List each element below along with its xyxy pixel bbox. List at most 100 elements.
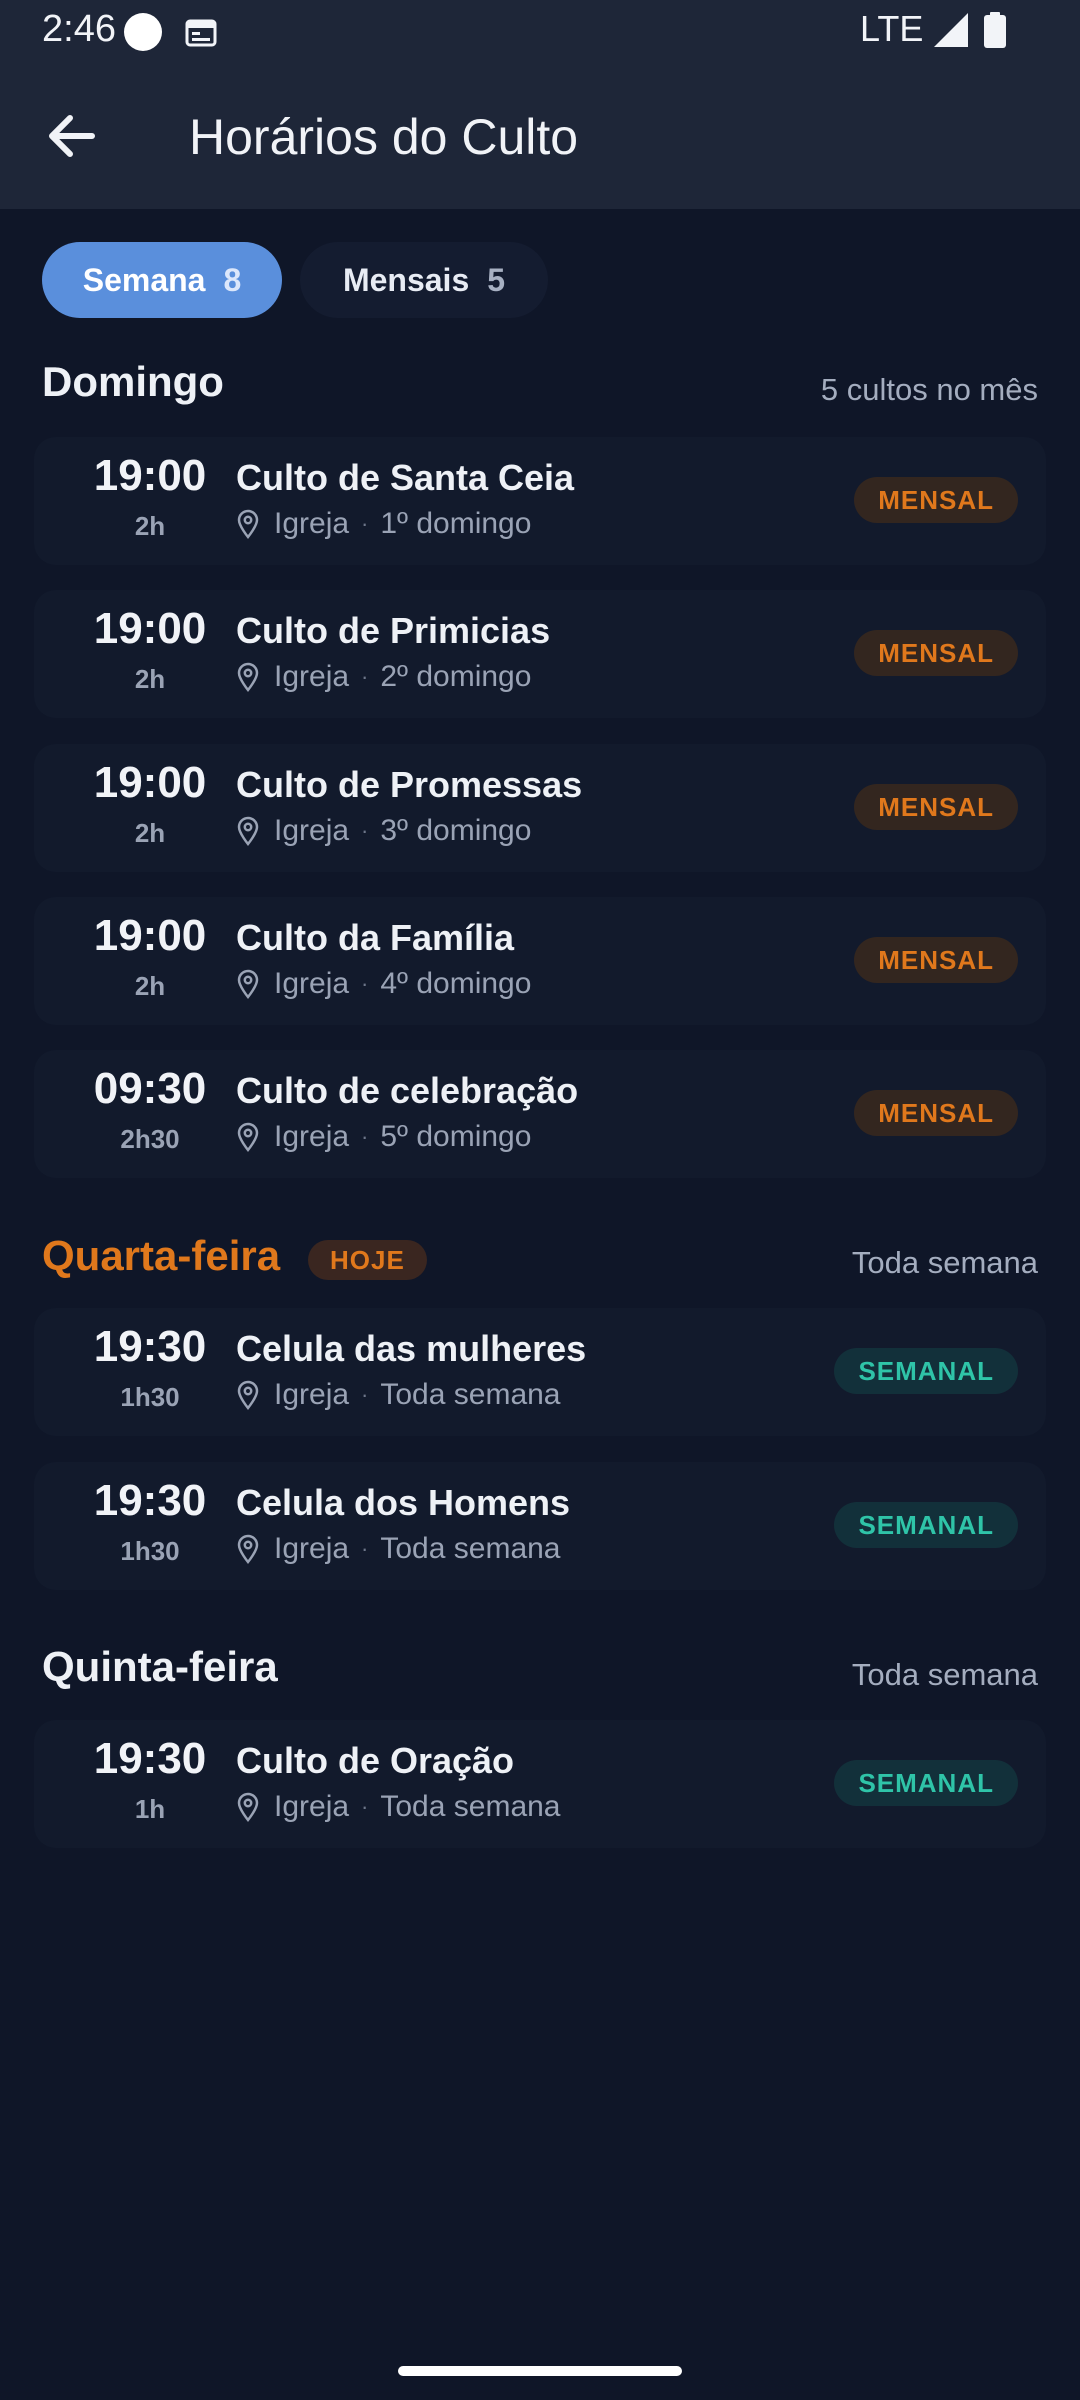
service-info: Igreja · 5º domingo	[236, 1120, 531, 1154]
separator-dot: ·	[361, 664, 369, 689]
service-name: Culto de Oração	[236, 1740, 515, 1781]
status-bar: 2:46 LTE	[0, 0, 1080, 62]
frequency-badge: MENSAL	[854, 1090, 1018, 1136]
service-time: 19:30	[93, 1476, 207, 1525]
separator-dot: ·	[361, 1794, 369, 1819]
service-name: Culto da Família	[236, 917, 515, 958]
frequency-badge: SEMANAL	[834, 1502, 1018, 1548]
location-pin-icon	[237, 969, 259, 999]
service-time: 19:30	[93, 1734, 207, 1783]
service-duration: 2h	[134, 971, 166, 1001]
location-pin-icon	[237, 1122, 259, 1152]
service-card[interactable]: 19:00 2h Culto de Primicias Igreja · 2º …	[34, 590, 1046, 718]
service-card[interactable]: 19:00 2h Culto de Santa Ceia Igreja · 1º…	[34, 437, 1046, 565]
separator-dot: ·	[361, 1382, 369, 1407]
service-time: 19:00	[93, 758, 207, 807]
tab-label: Mensais	[342, 261, 470, 298]
service-time: 19:00	[93, 451, 207, 500]
service-name: Culto de Santa Ceia	[236, 457, 575, 498]
service-info: Igreja · 4º domingo	[236, 967, 531, 1001]
section-meta: Toda semana	[851, 1245, 1038, 1280]
location-pin-icon	[237, 816, 259, 846]
home-indicator[interactable]	[398, 2366, 682, 2376]
notification-dot-icon	[124, 13, 162, 51]
section-title-quarta-feira: Quarta-feira	[42, 1232, 281, 1279]
service-recurrence: 5º domingo	[380, 1120, 532, 1153]
tab-mensais[interactable]: Mensais 5	[300, 242, 548, 318]
service-info: Igreja · 2º domingo	[236, 660, 531, 694]
service-place: Igreja	[274, 1790, 350, 1823]
network-type: LTE	[860, 8, 924, 49]
service-time: 09:30	[93, 1064, 207, 1113]
page-title: Horários do Culto	[189, 109, 579, 165]
signal-icon	[934, 13, 968, 47]
frequency-badge: MENSAL	[854, 477, 1018, 523]
separator-dot: ·	[361, 971, 369, 996]
frequency-badge: MENSAL	[854, 630, 1018, 676]
service-recurrence: 3º domingo	[380, 814, 532, 847]
service-place: Igreja	[274, 967, 350, 1000]
separator-dot: ·	[361, 1124, 369, 1149]
arrow-left-icon[interactable]	[40, 104, 104, 168]
separator-dot: ·	[361, 818, 369, 843]
service-place: Igreja	[274, 507, 350, 540]
tab-count: 8	[223, 261, 242, 298]
location-pin-icon	[237, 1534, 259, 1564]
service-info: Igreja · 1º domingo	[236, 507, 531, 541]
frequency-badge: SEMANAL	[834, 1348, 1018, 1394]
location-pin-icon	[237, 662, 259, 692]
service-name: Culto de celebração	[236, 1070, 579, 1111]
location-pin-icon	[237, 509, 259, 539]
service-recurrence: Toda semana	[380, 1378, 561, 1411]
service-duration: 1h	[134, 1794, 166, 1824]
service-card[interactable]: 19:30 1h Culto de Oração Igreja · Toda s…	[34, 1720, 1046, 1848]
service-recurrence: 4º domingo	[380, 967, 532, 1000]
service-place: Igreja	[274, 1532, 350, 1565]
service-place: Igreja	[274, 1120, 350, 1153]
service-recurrence: 1º domingo	[380, 507, 532, 540]
today-badge: HOJE	[308, 1240, 427, 1280]
service-card[interactable]: 19:00 2h Culto de Promessas Igreja · 3º …	[34, 744, 1046, 872]
top-app-area: 2:46 LTE Horários do Culto	[0, 0, 1080, 209]
status-time: 2:46	[42, 8, 116, 50]
service-duration: 2h	[134, 664, 166, 694]
frequency-badge: MENSAL	[854, 937, 1018, 983]
service-duration: 1h30	[120, 1536, 180, 1566]
frequency-badge: MENSAL	[854, 784, 1018, 830]
service-time: 19:00	[93, 911, 207, 960]
service-place: Igreja	[274, 660, 350, 693]
calendar-icon	[185, 19, 217, 47]
battery-icon	[984, 12, 1006, 48]
service-name: Culto de Promessas	[236, 764, 583, 805]
service-name: Celula das mulheres	[236, 1328, 587, 1369]
frequency-badge: SEMANAL	[834, 1760, 1018, 1806]
tab-count: 5	[487, 261, 506, 298]
service-duration: 2h30	[120, 1124, 180, 1154]
service-recurrence: 2º domingo	[380, 660, 532, 693]
service-info: Igreja · Toda semana	[236, 1532, 561, 1566]
tab-label: Semana	[82, 261, 206, 298]
service-card[interactable]: 19:30 1h30 Celula das mulheres Igreja · …	[34, 1308, 1046, 1436]
service-recurrence: Toda semana	[380, 1790, 561, 1823]
service-time: 19:00	[93, 604, 207, 653]
separator-dot: ·	[361, 511, 369, 536]
section-meta: 5 cultos no mês	[820, 372, 1038, 407]
service-card[interactable]: 19:00 2h Culto da Família Igreja · 4º do…	[34, 897, 1046, 1025]
service-duration: 1h30	[120, 1382, 180, 1412]
location-pin-icon	[237, 1792, 259, 1822]
service-place: Igreja	[274, 814, 350, 847]
service-card[interactable]: 09:30 2h30 Culto de celebração Igreja · …	[34, 1050, 1046, 1178]
location-pin-icon	[237, 1380, 259, 1410]
service-name: Culto de Primicias	[236, 610, 551, 651]
separator-dot: ·	[361, 1536, 369, 1561]
service-duration: 2h	[134, 818, 166, 848]
section-meta: Toda semana	[851, 1657, 1038, 1692]
section-title-quinta-feira: Quinta-feira	[42, 1643, 278, 1690]
service-place: Igreja	[274, 1378, 350, 1411]
service-duration: 2h	[134, 511, 166, 541]
service-recurrence: Toda semana	[380, 1532, 561, 1565]
service-info: Igreja · Toda semana	[236, 1378, 561, 1412]
service-card[interactable]: 19:30 1h30 Celula dos Homens Igreja · To…	[34, 1462, 1046, 1590]
tab-semana[interactable]: Semana 8	[42, 242, 282, 318]
service-info: Igreja · Toda semana	[236, 1790, 561, 1824]
